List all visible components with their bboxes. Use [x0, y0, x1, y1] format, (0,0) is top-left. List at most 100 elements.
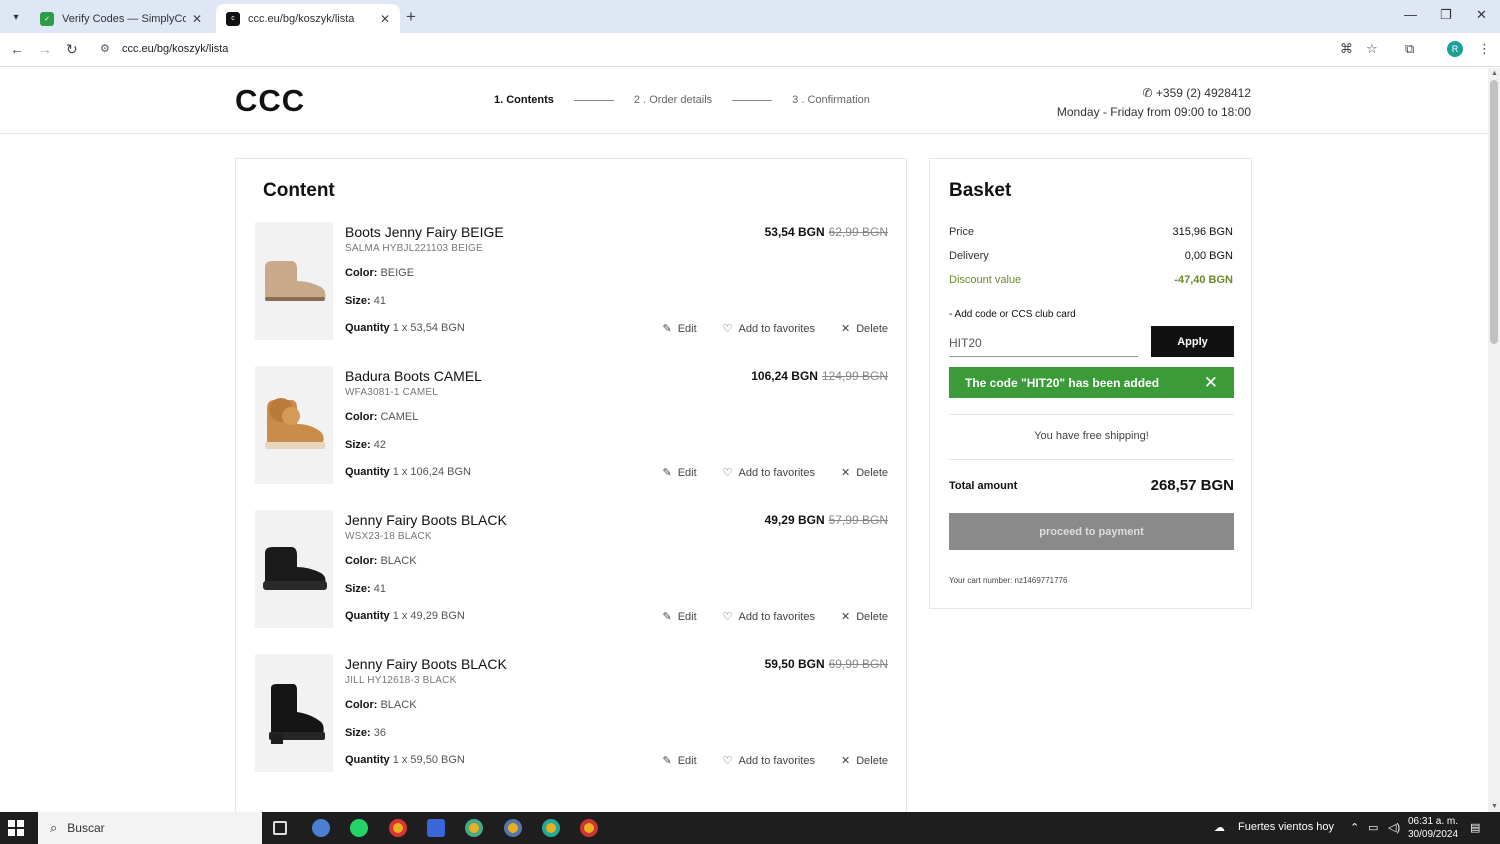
ccc-logo[interactable]: CCC — [235, 83, 305, 119]
simplycodes-favicon-icon: ✓ — [40, 11, 54, 26]
product-sku: SALMA HYBJL221103 BEIGE — [345, 243, 483, 254]
chrome-icon[interactable] — [389, 819, 407, 837]
page-scrollbar[interactable]: ▲ ▼ — [1488, 68, 1500, 812]
product-sku: WFA3081-1 CAMEL — [345, 387, 439, 398]
item-actions: ✎ Edit ♡ Add to favorites ✕ Delete — [662, 466, 888, 479]
promo-code-label[interactable]: - Add code or CCS club card — [949, 309, 1076, 320]
scroll-down-icon[interactable]: ▼ — [1491, 803, 1498, 810]
promo-code-input[interactable] — [949, 329, 1138, 357]
close-notice-icon[interactable]: ✕ — [1204, 373, 1218, 393]
product-price: 49,29 BGN 57,99 BGN — [764, 513, 888, 527]
add-to-favorites-button[interactable]: ♡ Add to favorites — [723, 466, 815, 479]
close-icon: ✕ — [840, 323, 851, 335]
delete-button[interactable]: ✕ Delete — [841, 466, 888, 479]
product-name[interactable]: Badura Boots CAMEL — [345, 368, 482, 384]
restore-icon[interactable]: ❐ — [1440, 7, 1452, 23]
ccc-favicon-icon: c — [226, 11, 240, 26]
url-text[interactable]: ccc.eu/bg/koszyk/lista — [122, 43, 228, 55]
chrome-profile-icon[interactable] — [542, 819, 560, 837]
profile-avatar[interactable]: R — [1447, 41, 1463, 57]
product-color: Color: CAMEL — [345, 411, 419, 423]
add-to-favorites-button[interactable]: ♡ Add to favorites — [723, 322, 815, 335]
minimize-icon[interactable]: — — [1404, 7, 1417, 22]
forward-icon[interactable]: → — [38, 41, 52, 57]
volume-icon[interactable]: ◁) — [1388, 821, 1400, 834]
extensions-icon[interactable]: ⧉ — [1405, 41, 1414, 57]
browser-tab-bar: ▾ ✓ Verify Codes — SimplyCodes ✕ c ccc.e… — [0, 0, 1500, 33]
notifications-icon[interactable]: ▤ — [1470, 821, 1480, 834]
tab-simplycodes[interactable]: ✓ Verify Codes — SimplyCodes ✕ — [30, 4, 212, 33]
system-clock[interactable]: 06:31 a. m. 30/09/2024 — [1408, 815, 1458, 841]
omnibox[interactable]: ⚙ ccc.eu/bg/koszyk/lista — [92, 37, 1392, 63]
delete-button[interactable]: ✕ Delete — [841, 610, 888, 623]
scroll-up-icon[interactable]: ▲ — [1491, 70, 1498, 77]
proceed-to-payment-button[interactable]: proceed to payment — [949, 513, 1234, 550]
app-icon[interactable] — [312, 819, 330, 837]
clock-date: 30/09/2024 — [1408, 829, 1459, 840]
heart-icon: ♡ — [722, 323, 733, 335]
menu-kebab-icon[interactable]: ⋮ — [1478, 41, 1491, 57]
product-quantity: Quantity 1 x 106,24 BGN — [345, 466, 471, 478]
new-tab-icon[interactable]: + — [406, 7, 416, 27]
whatsapp-icon[interactable] — [350, 819, 368, 837]
product-image[interactable] — [255, 654, 333, 772]
cart-item: Boots Jenny Fairy BEIGE SALMA HYBJL22110… — [255, 222, 888, 342]
edit-button[interactable]: ✎ Edit — [662, 610, 696, 623]
bookmark-star-icon[interactable]: ☆ — [1366, 41, 1378, 57]
opening-hours: Monday - Friday from 09:00 to 18:00 — [1056, 105, 1251, 119]
heart-icon: ♡ — [722, 467, 733, 479]
divider — [949, 459, 1234, 460]
back-icon[interactable]: ← — [10, 41, 24, 57]
cart-number: Your cart number: nz1469771776 — [949, 576, 1068, 585]
close-icon: ✕ — [840, 467, 851, 479]
heart-icon: ♡ — [722, 611, 733, 623]
weather-text[interactable]: Fuertes vientos hoy — [1238, 821, 1334, 833]
item-actions: ✎ Edit ♡ Add to favorites ✕ Delete — [662, 754, 888, 767]
chrome-profile-icon[interactable] — [504, 819, 522, 837]
total-label: Total amount — [949, 479, 1018, 492]
product-image[interactable] — [255, 222, 333, 340]
close-tab-icon[interactable]: ✕ — [380, 12, 390, 26]
chrome-profile-icon[interactable] — [465, 819, 483, 837]
chevron-up-icon[interactable]: ⌃ — [1350, 821, 1359, 834]
taskbar-search[interactable]: ⌕ Buscar — [38, 812, 262, 844]
pencil-icon: ✎ — [662, 467, 672, 479]
edit-button[interactable]: ✎ Edit — [662, 322, 696, 335]
page-viewport: CCC 1. Contents 2 . Order details 3 . Co… — [0, 68, 1488, 812]
product-image[interactable] — [255, 510, 333, 628]
edit-button[interactable]: ✎ Edit — [662, 754, 696, 767]
product-name[interactable]: Jenny Fairy Boots BLACK — [345, 656, 507, 672]
network-icon[interactable]: ▭ — [1368, 821, 1378, 834]
add-to-favorites-button[interactable]: ♡ Add to favorites — [723, 754, 815, 767]
reload-icon[interactable]: ↻ — [66, 41, 78, 58]
old-price: 62,99 BGN — [828, 225, 888, 239]
product-size: Size: 41 — [345, 583, 386, 595]
product-name[interactable]: Boots Jenny Fairy BEIGE — [345, 224, 504, 240]
app-icon[interactable] — [427, 819, 445, 837]
basket-card: Basket Price 315,96 BGN Delivery 0,00 BGN … — [929, 158, 1252, 609]
clock-time: 06:31 a. m. — [1408, 816, 1459, 827]
product-sku: JILL HY12618-3 BLACK — [345, 675, 457, 686]
close-tab-icon[interactable]: ✕ — [192, 12, 202, 26]
close-window-icon[interactable]: ✕ — [1476, 7, 1487, 23]
delete-button[interactable]: ✕ Delete — [841, 322, 888, 335]
delivery-row: Delivery 0,00 BGN — [949, 250, 1233, 262]
tab-search-chevron-icon[interactable]: ▾ — [6, 7, 26, 27]
phone-number[interactable]: +359 (2) 4928412 — [1156, 86, 1251, 100]
tab-ccc-cart[interactable]: c ccc.eu/bg/koszyk/lista ✕ — [216, 4, 400, 33]
edit-button[interactable]: ✎ Edit — [662, 466, 696, 479]
delete-button[interactable]: ✕ Delete — [841, 754, 888, 767]
scrollbar-thumb[interactable] — [1490, 80, 1498, 344]
chrome-profile-icon[interactable] — [580, 819, 598, 837]
apply-button[interactable]: Apply — [1151, 326, 1234, 357]
product-name[interactable]: Jenny Fairy Boots BLACK — [345, 512, 507, 528]
windows-start-icon[interactable] — [8, 820, 24, 836]
pencil-icon: ✎ — [662, 323, 672, 335]
task-view-icon[interactable] — [273, 821, 287, 835]
add-to-favorites-button[interactable]: ♡ Add to favorites — [723, 610, 815, 623]
translate-icon[interactable]: ⌘ — [1340, 41, 1353, 57]
site-info-icon[interactable]: ⚙ — [100, 42, 110, 55]
product-image[interactable] — [255, 366, 333, 484]
weather-icon[interactable]: ☁ — [1214, 821, 1225, 834]
contact-info: ✆ +359 (2) 4928412 Monday - Friday from … — [1057, 84, 1251, 122]
